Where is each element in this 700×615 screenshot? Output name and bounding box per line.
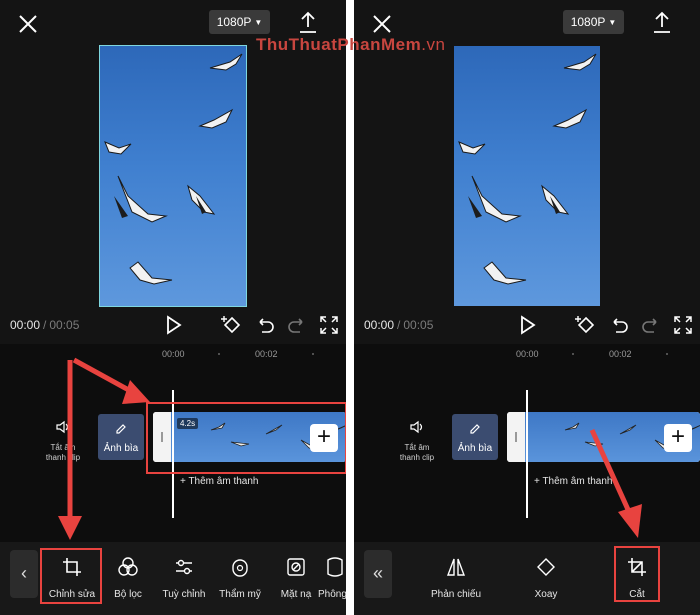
play-icon[interactable] [162,314,184,336]
background-icon [327,557,343,577]
total-time: 00:05 [403,318,434,332]
tool-adjust[interactable]: Tuỳ chỉnh [156,556,212,600]
undo-icon[interactable] [254,314,276,336]
tool-mask[interactable]: Mặt nạ [268,556,324,600]
cover-button[interactable]: Ảnh bìa [452,414,498,460]
export-icon[interactable] [296,10,320,36]
tool-label: Mặt nạ [280,589,312,600]
close-icon[interactable] [16,12,40,36]
watermark: ThuThuatPhanMem.vn [256,35,445,55]
sliders-icon [176,559,192,575]
close-icon[interactable] [370,12,394,36]
fullscreen-icon[interactable] [318,314,340,336]
right-editor-screen: 1080P ▼ 00:00/00:05 00:00 00:02 Tắt âm t… [354,0,700,615]
resolution-label: 1080P [216,15,252,29]
tool-label: Phản chiếu [430,589,482,600]
add-audio-button[interactable]: + Thêm âm thanh [534,476,612,487]
add-audio-button[interactable]: + Thêm âm thanh [180,476,258,487]
mute-clip-button[interactable]: Tắt âm thanh clip [40,420,86,463]
seagulls-image [104,53,243,285]
total-time: 00:05 [49,318,80,332]
playback-time: 00:00/00:05 [364,318,433,332]
fullscreen-icon[interactable] [672,314,694,336]
tool-label: Tuỳ chỉnh [162,589,206,600]
rotate-icon [537,558,555,576]
playhead[interactable] [526,390,528,518]
tool-filter[interactable]: Bộ lọc [100,556,156,600]
watermark-name: ThuThuatPhanMem [256,35,422,54]
ruler-label: 00:02 [255,349,278,359]
keyframe-icon[interactable] [221,314,243,336]
play-icon[interactable] [516,314,538,336]
ruler-dot [312,353,314,355]
tool-beauty[interactable]: Thẩm mỹ [212,556,268,600]
speaker-icon [410,420,423,434]
left-editor-screen: 1080P ▼ 00:00/00:05 00:00 00:02 Tắt âm t… [0,0,346,615]
watermark-suffix: .vn [421,35,446,54]
redo-icon[interactable] [640,314,662,336]
face-icon [232,559,248,577]
mute-label-line2: thanh clip [399,453,435,462]
pencil-icon [116,424,126,434]
edit-tool-highlight-box [40,548,102,604]
clip-highlight-box [146,402,346,474]
ruler-label: 00:02 [609,349,632,359]
caret-down-icon: ▼ [608,18,617,27]
back-button[interactable]: ‹ [10,550,38,598]
ruler-label: 00:00 [516,349,539,359]
time-separator: / [43,318,47,332]
clip-trim-handle[interactable] [507,412,525,462]
redo-icon[interactable] [286,314,308,336]
tool-background[interactable]: Phông [318,556,346,600]
tool-label: Phông [318,589,346,600]
mute-label-line1: Tắt âm [50,443,76,452]
video-preview[interactable] [454,46,600,306]
undo-icon[interactable] [608,314,630,336]
ruler-dot [666,353,668,355]
ruler-dot [572,353,574,355]
current-time: 00:00 [10,318,41,332]
mute-clip-button[interactable]: Tắt âm thanh clip [394,420,440,463]
ruler-label: 00:00 [162,349,185,359]
cover-label: Ảnh bìa [457,443,493,454]
tool-label: Xoay [534,589,558,600]
export-icon[interactable] [650,10,674,36]
double-back-button[interactable]: « [364,550,392,598]
playback-time: 00:00/00:05 [10,318,79,332]
tool-rotate[interactable]: Xoay [518,556,574,600]
speaker-icon [56,420,69,434]
tool-label: Bộ lọc [114,589,142,600]
mirror-icon [446,558,466,576]
time-separator: / [397,318,401,332]
resolution-dropdown[interactable]: 1080P ▼ [563,10,624,34]
resolution-label: 1080P [570,15,606,29]
caret-down-icon: ▼ [254,18,263,27]
seagulls-image [458,53,597,285]
current-time: 00:00 [364,318,395,332]
resolution-dropdown[interactable]: 1080P ▼ [209,10,270,34]
add-clip-button[interactable]: + [664,424,692,452]
cover-button[interactable]: Ảnh bìa [98,414,144,460]
cover-label: Ảnh bìa [103,443,139,454]
video-preview[interactable] [99,45,247,307]
keyframe-icon[interactable] [575,314,597,336]
ruler-dot [218,353,220,355]
mute-label-line1: Tắt âm [404,443,430,452]
pencil-icon [470,424,480,434]
filter-icon [118,557,138,576]
crop-tool-highlight-box [614,546,660,602]
mute-label-line2: thanh clip [45,453,81,462]
tool-label: Thẩm mỹ [219,589,261,600]
tool-mirror[interactable]: Phản chiếu [428,556,484,600]
mask-icon [287,558,305,576]
